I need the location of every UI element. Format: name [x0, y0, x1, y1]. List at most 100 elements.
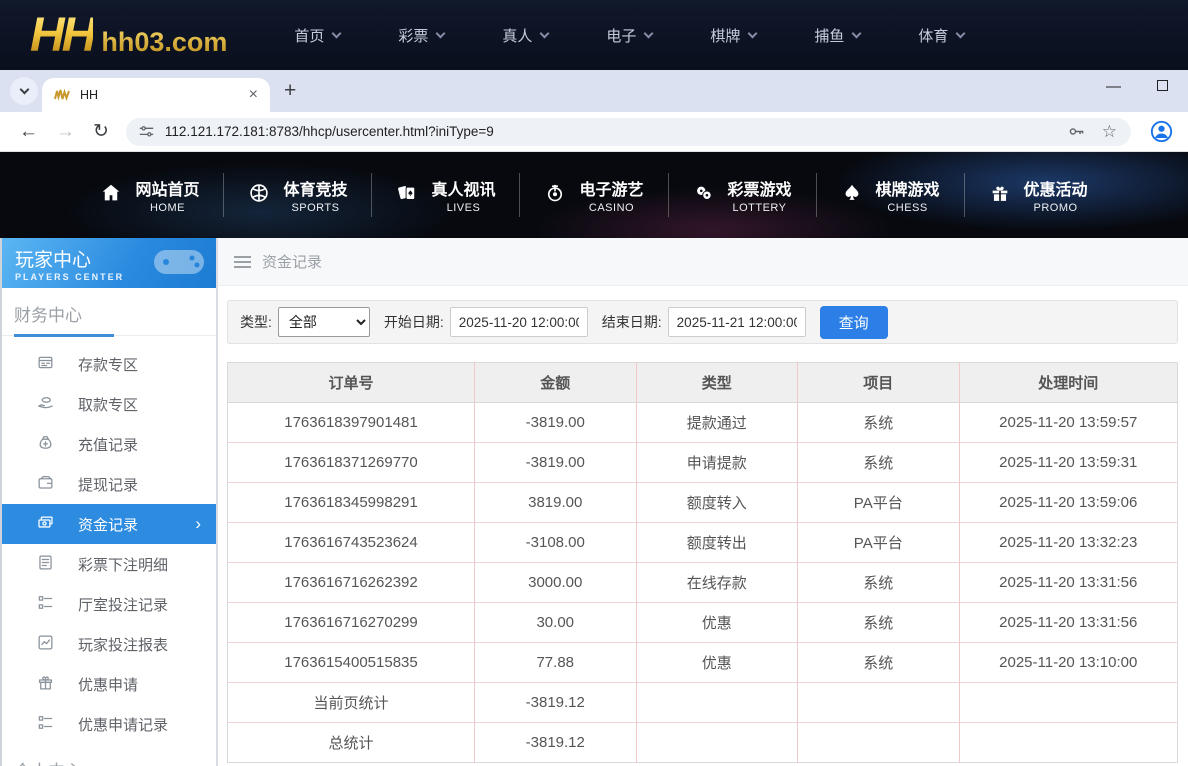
sidebar-item-label: 提现记录	[78, 476, 139, 494]
start-date-label: 开始日期:	[383, 314, 444, 330]
top-nav-item-live[interactable]: 真人	[473, 25, 577, 46]
personal-section-title: 个人中心	[2, 744, 216, 766]
sidebar-item-lottery-bet-detail[interactable]: 彩票下注明细	[2, 544, 216, 584]
sidebar-item-hall-bet-records[interactable]: 厅室投注记录	[2, 584, 216, 624]
site-nav-zh-label: 优惠活动	[1023, 182, 1088, 199]
checklist-icon	[36, 593, 55, 616]
sidebar-item-deposit-zone[interactable]: 存款专区	[2, 344, 216, 384]
top-nav-item-sports[interactable]: 体育	[889, 25, 993, 46]
gift-small-icon	[36, 673, 55, 696]
filter-bar: 类型: 全部 开始日期: 结束日期: 查询	[227, 300, 1178, 344]
sidebar-item-recharge-records[interactable]: 充值记录	[2, 424, 216, 464]
top-nav-item-fishing[interactable]: 捕鱼	[785, 25, 889, 46]
chart-icon	[36, 633, 55, 656]
table-header-cell: 处理时间	[959, 362, 1178, 403]
table-row: 1763616716262392 3000.00 在线存款 系统 2025-11-20 …	[227, 562, 1178, 603]
table-row: 1763616716270299 30.00 优惠 系统 2025-11-20 13:3…	[227, 602, 1178, 643]
section-divider	[2, 334, 216, 337]
back-icon[interactable]: ←	[10, 121, 47, 143]
top-nav-item-chess[interactable]: 棋牌	[681, 25, 785, 46]
sidebar-item-withdraw-zone[interactable]: 取款专区	[2, 384, 216, 424]
content: 类型: 全部 开始日期: 结束日期: 查询 订单号金额类型项目处理时间 1763…	[218, 286, 1188, 763]
site-nav-item-lottery[interactable]: 彩票游戏 LOTTERY	[669, 176, 816, 214]
sidebar-item-funds-records[interactable]: 资金记录 ›	[2, 504, 216, 544]
search-button[interactable]: 查询	[819, 305, 888, 339]
table-row: 1763615400515835 77.88 优惠 系统 2025-11-20 13:1…	[227, 642, 1178, 683]
start-date-input[interactable]	[449, 307, 588, 337]
table-cell: -3819.00	[474, 402, 637, 443]
site-nav-item-chess[interactable]: 棋牌游戏 CHESS	[817, 176, 964, 214]
table-cell	[797, 722, 960, 763]
site-nav-zh-label: 电子游艺	[579, 182, 644, 199]
sidebar: 玩家中心 PLAYERS CENTER 财务中心 存款专区 取款专区 充值记录 …	[0, 238, 218, 766]
tab-favicon-icon	[54, 89, 70, 101]
site-nav-item-promo[interactable]: 优惠活动 PROMO	[965, 176, 1112, 214]
forward-icon[interactable]: →	[47, 121, 84, 143]
roulette-icon	[544, 182, 566, 209]
password-key-icon[interactable]	[1059, 122, 1094, 141]
sidebar-item-player-bet-report[interactable]: 玩家投注报表	[2, 624, 216, 664]
sidebar-item-label: 存款专区	[78, 356, 139, 374]
breadcrumb: 资金记录	[218, 238, 1188, 286]
minimize-icon[interactable]: —	[1106, 78, 1121, 95]
sidebar-item-label: 资金记录	[78, 516, 139, 534]
spade-icon	[841, 182, 863, 209]
top-nav-label: 真人	[502, 27, 533, 45]
profile-avatar-icon[interactable]	[1149, 119, 1174, 144]
table-cell: 系统	[797, 602, 960, 643]
table-cell: -3819.00	[474, 442, 637, 483]
top-nav-label: 首页	[294, 27, 325, 45]
table-cell	[959, 682, 1178, 723]
site-logo[interactable]: HH hh03.com	[30, 8, 227, 63]
end-date-input[interactable]	[667, 307, 806, 337]
chevron-down-icon	[851, 28, 862, 38]
chevron-down-icon	[19, 84, 29, 95]
table-cell: 1763616716262392	[227, 562, 475, 603]
breadcrumb-label: 资金记录	[262, 254, 323, 271]
table-cell: 2025-11-20 13:32:23	[959, 522, 1178, 563]
bookmark-star-icon[interactable]: ☆	[1094, 122, 1125, 142]
sidebar-item-promo-apply[interactable]: 优惠申请	[2, 664, 216, 704]
url-text[interactable]: 112.121.172.181:8783/hhcp/usercenter.htm…	[165, 124, 1059, 139]
omnibox[interactable]: 112.121.172.181:8783/hhcp/usercenter.htm…	[125, 117, 1131, 146]
end-date-label: 结束日期:	[601, 314, 662, 330]
type-label: 类型:	[240, 314, 272, 330]
chevron-down-icon	[747, 28, 758, 38]
sidebar-item-label: 优惠申请记录	[78, 716, 169, 734]
top-nav-item-slots[interactable]: 电子	[577, 25, 681, 46]
window-controls: —	[1106, 78, 1168, 95]
site-nav-item-sports[interactable]: 体育竞技 SPORTS	[224, 176, 371, 214]
table-cell: 优惠	[636, 602, 798, 643]
new-tab-button[interactable]: +	[284, 79, 296, 103]
table-cell: 2025-11-20 13:59:06	[959, 482, 1178, 523]
site-nav-item-casino[interactable]: 电子游艺 CASINO	[520, 176, 667, 214]
table-row: 1763618397901481 -3819.00 提款通过 系统 2025-11-20…	[227, 402, 1178, 443]
table-cell: 总统计	[227, 722, 475, 763]
table-cell: 优惠	[636, 642, 798, 683]
type-select[interactable]: 全部	[277, 307, 370, 337]
chevron-down-icon	[539, 28, 550, 38]
wallet-icon	[36, 473, 55, 496]
table-cell: 额度转入	[636, 482, 798, 523]
table-header: 订单号 金额 类型 项目 处理时间	[227, 362, 1178, 403]
site-nav-zh-label: 真人视讯	[431, 182, 496, 199]
logo-domain-text: hh03.com	[101, 26, 228, 57]
sidebar-item-withdrawal-records[interactable]: 提现记录	[2, 464, 216, 504]
top-nav-item-home[interactable]: 首页	[265, 25, 369, 46]
refresh-icon[interactable]: ↻	[84, 120, 118, 143]
list-icon	[36, 553, 55, 576]
browser-tab[interactable]: HH ×	[42, 78, 270, 112]
hamburger-icon[interactable]	[234, 255, 251, 268]
logo-hh-text: HH	[30, 8, 96, 62]
maximize-icon[interactable]	[1157, 78, 1168, 95]
table-row: 总统计 -3819.12	[227, 722, 1178, 763]
tab-search-button[interactable]	[10, 77, 38, 105]
site-settings-icon[interactable]	[138, 123, 155, 140]
sidebar-item-promo-apply-records[interactable]: 优惠申请记录	[2, 704, 216, 744]
tab-close-icon[interactable]: ×	[245, 86, 262, 104]
site-nav-item-home[interactable]: 网站首页 HOME	[76, 176, 223, 214]
table-cell: 2025-11-20 13:31:56	[959, 602, 1178, 643]
top-nav-item-lottery[interactable]: 彩票	[369, 25, 473, 46]
site-nav-en-label: PROMO	[1033, 202, 1078, 214]
site-nav-item-lives[interactable]: 真人视讯 LIVES	[372, 176, 519, 214]
